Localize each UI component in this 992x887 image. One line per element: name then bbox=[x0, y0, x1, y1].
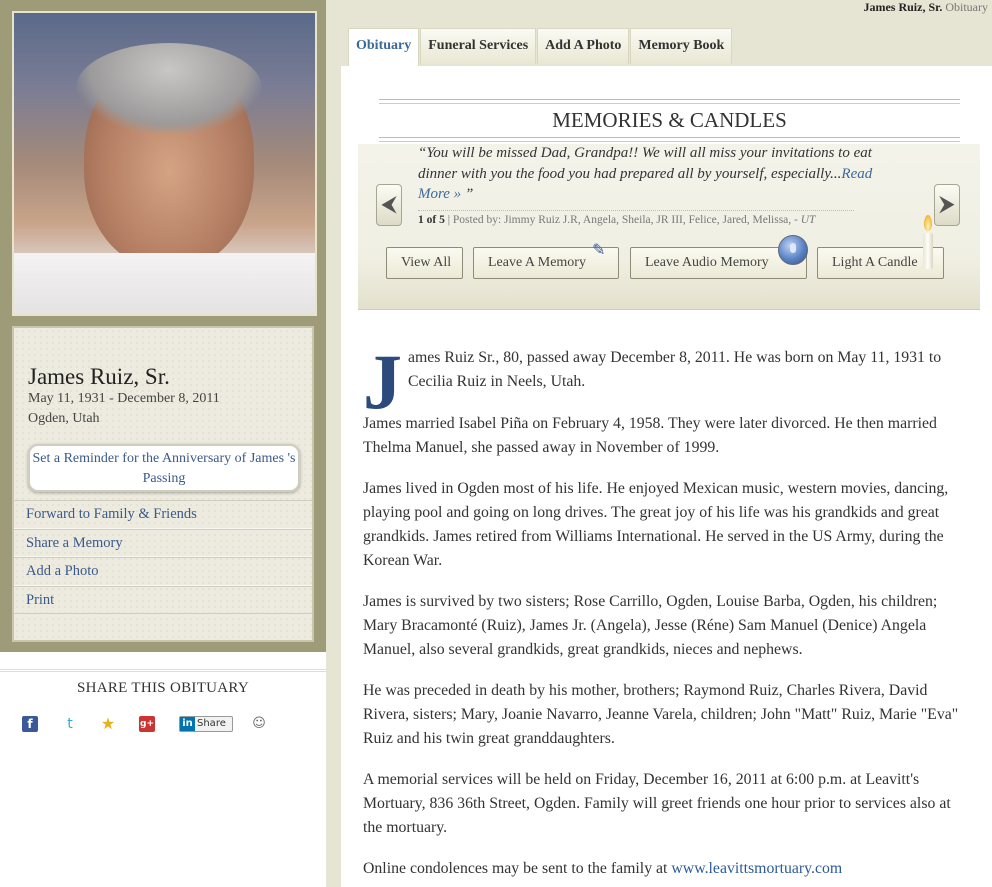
favorite-star-icon[interactable]: ★ bbox=[100, 716, 116, 732]
portrait-hair bbox=[76, 43, 262, 133]
facebook-icon[interactable]: f bbox=[22, 716, 38, 732]
deceased-name: James Ruiz, Sr. bbox=[28, 364, 170, 389]
portrait-shirt bbox=[14, 253, 315, 314]
obituary-paragraph: James lived in Ogden most of his life. H… bbox=[363, 480, 949, 569]
portrait-frame bbox=[12, 11, 317, 316]
obituary-paragraph: James Ruiz Sr., 80, passed away December… bbox=[363, 343, 973, 421]
left-column: James Ruiz, Sr. May 11, 1931 - December … bbox=[0, 0, 326, 887]
candle-flame bbox=[924, 215, 932, 231]
header-name: James Ruiz, Sr. bbox=[863, 0, 943, 14]
previous-memory-arrow-icon[interactable]: ⮜ bbox=[376, 184, 402, 226]
tab-add-a-photo[interactable]: Add A Photo bbox=[537, 28, 630, 64]
tab-obituary[interactable]: Obituary bbox=[348, 28, 420, 66]
google-plus-icon[interactable]: g+ bbox=[139, 716, 155, 732]
memory-counter: 1 of 5 bbox=[418, 214, 445, 226]
share-divider bbox=[0, 669, 326, 672]
reddit-icon[interactable]: ☺ bbox=[251, 716, 267, 732]
memories-title: MEMORIES & CANDLES bbox=[552, 108, 787, 132]
info-box: James Ruiz, Sr. May 11, 1931 - December … bbox=[12, 326, 314, 642]
print-link[interactable]: Print bbox=[14, 585, 312, 614]
header-suffix: Obituary bbox=[945, 0, 988, 14]
obituary-paragraph: Online condolences may be sent to the fa… bbox=[363, 857, 973, 881]
paragraph-text: ames Ruiz Sr., 80, passed away December … bbox=[408, 349, 942, 390]
tab-bar: Obituary Funeral Services Add A Photo Me… bbox=[348, 28, 733, 66]
obituary-paragraph: James married Isabel Piña on February 4,… bbox=[363, 415, 937, 456]
posted-by-location: UT bbox=[800, 214, 816, 226]
view-all-button[interactable]: View All bbox=[386, 247, 463, 279]
memory-quote-close: ” bbox=[461, 186, 474, 202]
linkedin-icon: in bbox=[180, 717, 195, 731]
linkedin-share-label: Share bbox=[197, 718, 226, 729]
page-header-title: James Ruiz, Sr. Obituary bbox=[863, 0, 988, 15]
share-title: SHARE THIS OBITUARY bbox=[76, 680, 250, 696]
memory-quote-text: “You will be missed Dad, Grandpa!! We wi… bbox=[418, 145, 872, 182]
divider bbox=[379, 103, 960, 104]
sidebar-links: Forward to Family & Friends Share a Memo… bbox=[14, 500, 312, 614]
forward-to-friends-link[interactable]: Forward to Family & Friends bbox=[14, 500, 312, 529]
tab-funeral-services[interactable]: Funeral Services bbox=[420, 28, 537, 64]
condolences-text: Online condolences may be sent to the fa… bbox=[363, 860, 672, 877]
tab-memory-book[interactable]: Memory Book bbox=[630, 28, 733, 64]
candle-stick bbox=[923, 233, 933, 269]
memory-quote: “You will be missed Dad, Grandpa!! We wi… bbox=[418, 143, 898, 205]
pen-icon: ✎ bbox=[592, 240, 606, 259]
profile-panel: James Ruiz, Sr. May 11, 1931 - December … bbox=[0, 0, 326, 652]
mortuary-website-link[interactable]: www.leavittsmortuary.com bbox=[671, 860, 842, 877]
divider bbox=[379, 137, 960, 138]
share-memory-link[interactable]: Share a Memory bbox=[14, 528, 312, 557]
memory-posted-by: 1 of 5 | Posted by: Jimmy Ruiz J.R, Ange… bbox=[418, 214, 815, 226]
linkedin-share-icon[interactable]: in Share bbox=[179, 716, 233, 732]
divider bbox=[418, 210, 854, 211]
divider bbox=[379, 99, 960, 100]
obituary-paragraph: He was preceded in death by his mother, … bbox=[363, 682, 959, 747]
portrait-photo[interactable] bbox=[14, 13, 315, 314]
dropcap: J bbox=[363, 338, 402, 425]
divider bbox=[379, 141, 960, 142]
location: Ogden, Utah bbox=[28, 411, 100, 426]
twitter-icon[interactable]: t bbox=[62, 716, 78, 732]
set-reminder-button[interactable]: Set a Reminder for the Anniversary of Ja… bbox=[28, 444, 300, 492]
add-photo-link[interactable]: Add a Photo bbox=[14, 557, 312, 586]
posted-by-text: | Posted by: Jimmy Ruiz J.R, Angela, She… bbox=[444, 214, 801, 226]
obituary-paragraph: A memorial services will be held on Frid… bbox=[363, 771, 951, 836]
obituary-text: James Ruiz Sr., 80, passed away December… bbox=[363, 343, 973, 887]
obituary-paragraph: James is survived by two sisters; Rose C… bbox=[363, 593, 938, 658]
life-dates: May 11, 1931 - December 8, 2011 bbox=[28, 391, 220, 406]
microphone-icon bbox=[778, 235, 808, 265]
candle-icon bbox=[922, 215, 934, 269]
next-memory-arrow-icon[interactable]: ⮞ bbox=[934, 184, 960, 226]
